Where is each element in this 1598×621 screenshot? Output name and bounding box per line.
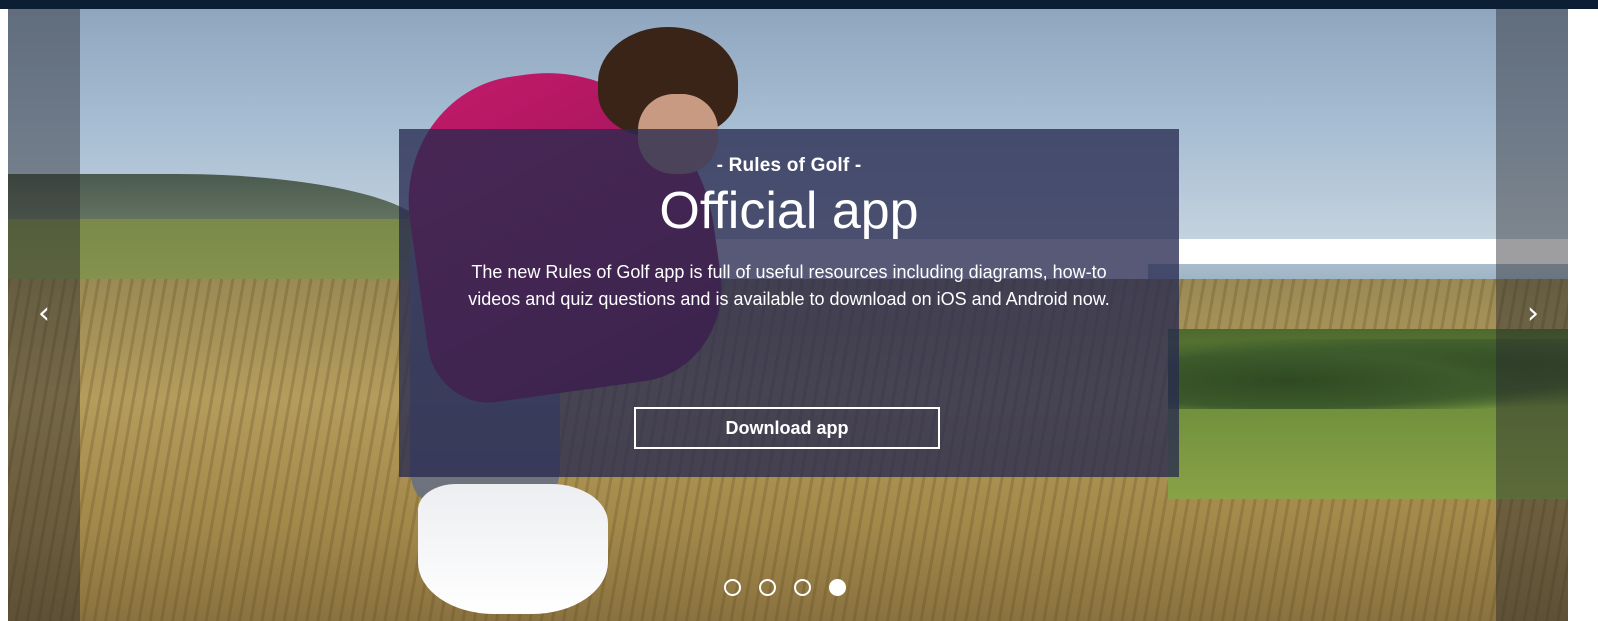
top-bar — [0, 0, 1598, 9]
carousel-dot-1[interactable] — [724, 579, 741, 596]
chevron-left-icon[interactable]: ‹ — [29, 299, 59, 329]
golfer-figure-shoes — [418, 484, 608, 614]
carousel-pagination — [724, 579, 846, 597]
hero-carousel: ‹ › - Rules of Golf - Official app The n… — [8, 9, 1568, 621]
download-app-button[interactable]: Download app — [634, 407, 940, 449]
slide-caption-card: - Rules of Golf - Official app The new R… — [399, 129, 1179, 477]
chevron-right-icon[interactable]: › — [1518, 299, 1548, 329]
carousel-dot-2[interactable] — [759, 579, 776, 596]
carousel-dot-4-active[interactable] — [829, 579, 846, 596]
carousel-dot-3[interactable] — [794, 579, 811, 596]
slide-headline: Official app — [659, 182, 919, 240]
slide-eyebrow: - Rules of Golf - — [716, 155, 862, 176]
slide-description: The new Rules of Golf app is full of use… — [468, 262, 1110, 309]
